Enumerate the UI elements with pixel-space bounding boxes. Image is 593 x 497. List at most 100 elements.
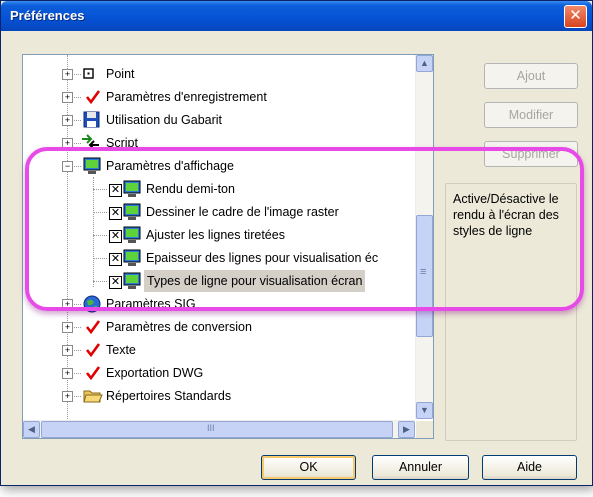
tree-item-halftone[interactable]: ✕ Rendu demi-ton	[23, 178, 413, 200]
tree-item-label: Répertoires Standards	[106, 389, 232, 403]
preferences-tree[interactable]: + Point + Paramètres d'enregistrement +	[22, 54, 434, 439]
scroll-right-button[interactable]: ▶	[398, 421, 415, 438]
checkbox[interactable]: ✕	[109, 184, 122, 197]
tree-content: + Point + Paramètres d'enregistrement +	[23, 55, 413, 419]
expand-icon[interactable]: +	[62, 92, 73, 103]
tree-line	[93, 212, 107, 213]
tree-item-label: Paramètres SIG	[106, 297, 196, 311]
arrow-down-icon: ▼	[420, 405, 429, 415]
ok-button[interactable]: OK	[261, 455, 356, 480]
description-text: Active/Désactive le rendu à l'écran des …	[453, 192, 559, 238]
tree-item-label: Paramètres d'enregistrement	[106, 90, 267, 104]
add-button[interactable]: Ajout	[484, 63, 578, 89]
tree-line	[93, 281, 107, 282]
tree-item-label: Utilisation du Gabarit	[106, 113, 223, 127]
tree-item-label: Ajuster les lignes tiretées	[146, 228, 285, 242]
window-title: Préférences	[10, 8, 85, 23]
scroll-down-button[interactable]: ▼	[416, 402, 433, 419]
tree-item-script[interactable]: + Script	[23, 132, 413, 154]
tree-item-standard-folders[interactable]: + Répertoires Standards	[23, 385, 413, 407]
vertical-scroll-thumb[interactable]: ≡	[416, 215, 433, 337]
vertical-scrollbar[interactable]: ▲ ≡ ▼	[415, 55, 433, 419]
tree-item-label: Rendu demi-ton	[146, 182, 235, 196]
arrow-up-icon: ▲	[420, 58, 429, 68]
scroll-left-button[interactable]: ◀	[23, 421, 40, 438]
horizontal-scroll-thumb[interactable]: III	[41, 421, 393, 438]
tree-item-label: Point	[106, 67, 135, 81]
monitor-icon	[123, 203, 141, 220]
arrow-right-icon: ▶	[403, 424, 410, 434]
delete-button[interactable]: Supprimer	[484, 141, 578, 167]
tree-item-label: Exportation DWG	[106, 366, 204, 380]
floppy-disk-icon	[83, 111, 100, 128]
grip-icon: ≡	[420, 266, 427, 278]
expand-icon[interactable]: +	[62, 69, 73, 80]
tree-item-template[interactable]: + Utilisation du Gabarit	[23, 109, 413, 131]
scrollbar-corner	[416, 421, 433, 438]
tree-item-display-settings[interactable]: − Paramètres d'affichage	[23, 155, 413, 177]
help-button[interactable]: Aide	[482, 455, 577, 480]
cancel-button[interactable]: Annuler	[372, 455, 469, 480]
check-mark-icon: ✕	[110, 230, 121, 242]
red-check-icon	[85, 365, 101, 381]
check-mark-icon: ✕	[110, 276, 121, 288]
tree-item-label: Script	[106, 136, 138, 150]
expand-icon[interactable]: +	[62, 391, 73, 402]
red-check-icon	[85, 319, 101, 335]
tree-item-line-thickness[interactable]: ✕ Epaisseur des lignes pour visualisatio…	[23, 247, 413, 269]
preferences-dialog: Préférences ✕ + Point + Paramètres d'enr…	[0, 0, 593, 486]
globe-icon	[83, 295, 101, 313]
scroll-up-button[interactable]: ▲	[416, 55, 433, 72]
monitor-icon	[123, 180, 141, 197]
tree-item-label: Dessiner le cadre de l'image raster	[146, 205, 339, 219]
grip-icon: III	[207, 423, 215, 433]
tree-item-text[interactable]: + Texte	[23, 339, 413, 361]
close-icon: ✕	[569, 7, 582, 24]
tree-line	[93, 235, 107, 236]
check-mark-icon: ✕	[110, 207, 121, 219]
expand-icon[interactable]: +	[62, 138, 73, 149]
expand-icon[interactable]: +	[62, 345, 73, 356]
title-bar[interactable]: Préférences ✕	[1, 1, 592, 31]
folder-icon	[83, 388, 103, 404]
tree-item-save-settings[interactable]: + Paramètres d'enregistrement	[23, 86, 413, 108]
tree-item-dwg-export[interactable]: + Exportation DWG	[23, 362, 413, 384]
tree-item-dashed-lines[interactable]: ✕ Ajuster les lignes tiretées	[23, 224, 413, 246]
collapse-icon[interactable]: −	[62, 161, 73, 172]
expand-icon[interactable]: +	[62, 368, 73, 379]
expand-icon[interactable]: +	[62, 115, 73, 126]
modify-button[interactable]: Modifier	[484, 102, 578, 128]
tree-item-label: Epaisseur des lignes pour visualisation …	[146, 251, 379, 265]
check-mark-icon: ✕	[110, 253, 121, 265]
close-button[interactable]: ✕	[564, 5, 587, 28]
tree-item-label: Texte	[106, 343, 136, 357]
tree-item-raster-frame[interactable]: ✕ Dessiner le cadre de l'image raster	[23, 201, 413, 223]
red-check-icon	[85, 89, 101, 105]
monitor-icon	[123, 249, 141, 266]
script-arrows-icon	[81, 134, 99, 150]
tree-item-line-types[interactable]: ✕ Types de ligne pour visualisation écra…	[23, 270, 413, 292]
checkbox[interactable]: ✕	[109, 207, 122, 220]
monitor-icon	[83, 157, 101, 174]
check-mark-icon: ✕	[110, 184, 121, 196]
tree-item-point[interactable]: + Point	[23, 63, 413, 85]
tree-item-gis-settings[interactable]: + Paramètres SIG	[23, 293, 413, 315]
description-panel: Active/Désactive le rendu à l'écran des …	[445, 183, 577, 441]
tree-item-label-selected: Types de ligne pour visualisation écran	[144, 270, 366, 292]
red-check-icon	[85, 342, 101, 358]
checkbox[interactable]: ✕	[109, 276, 122, 289]
checkbox[interactable]: ✕	[109, 230, 122, 243]
tree-item-label: Paramètres d'affichage	[106, 159, 234, 173]
point-box-icon	[81, 66, 97, 82]
expand-icon[interactable]: +	[62, 299, 73, 310]
horizontal-scrollbar[interactable]: ◀ III ▶	[23, 420, 415, 438]
arrow-left-icon: ◀	[28, 424, 35, 434]
tree-item-conversion[interactable]: + Paramètres de conversion	[23, 316, 413, 338]
tree-line	[93, 258, 107, 259]
monitor-icon	[123, 272, 141, 289]
expand-icon[interactable]: +	[62, 322, 73, 333]
tree-line	[93, 189, 107, 190]
monitor-icon	[123, 226, 141, 243]
tree-item-label: Paramètres de conversion	[106, 320, 252, 334]
checkbox[interactable]: ✕	[109, 253, 122, 266]
